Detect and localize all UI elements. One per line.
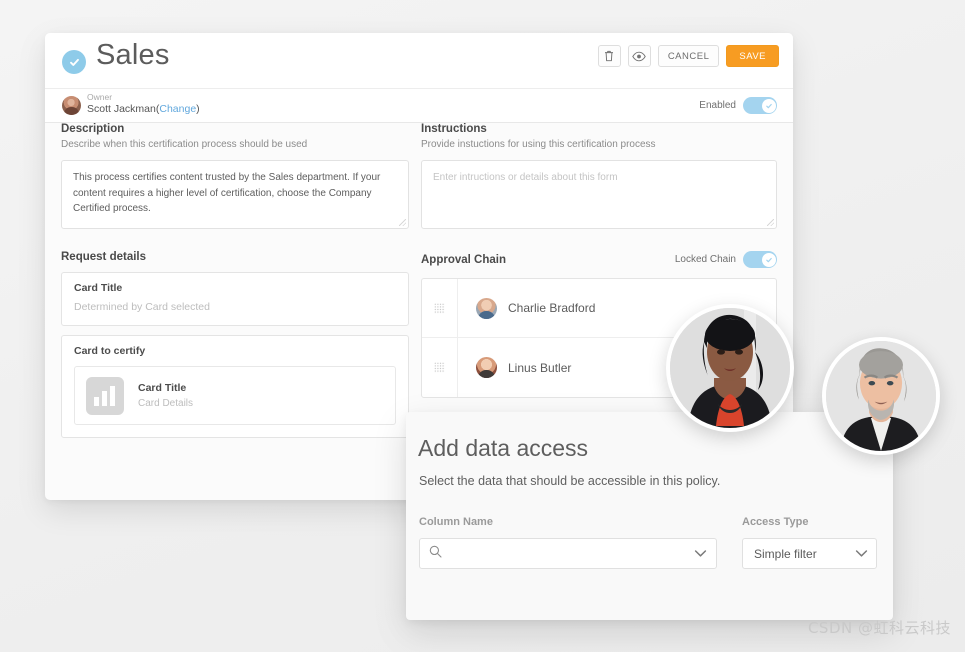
save-button[interactable]: SAVE: [726, 45, 779, 67]
screen: Sales CANCEL SAVE Owner Scott Jackman(Ch…: [0, 0, 965, 652]
change-owner-link[interactable]: Change: [159, 103, 196, 115]
check-circle-icon: [62, 50, 86, 74]
avatar: [476, 297, 497, 319]
left-column: Description Describe when this certifica…: [61, 123, 409, 438]
avatar: [476, 357, 497, 378]
locked-chain-label: Locked Chain: [674, 254, 736, 265]
certify-card-item[interactable]: Card Title Card Details: [74, 366, 396, 425]
column-name-group: Column Name: [419, 516, 717, 569]
locked-chain-toggle[interactable]: [743, 251, 777, 268]
instructions-subtitle: Provide instuctions for using this certi…: [421, 139, 656, 150]
enabled-label: Enabled: [699, 100, 736, 111]
access-type-group: Access Type Simple filter: [742, 516, 877, 569]
owner-row: Owner Scott Jackman(Change) Enabled: [45, 89, 793, 123]
card-title-label: Card Title: [74, 282, 123, 294]
enabled-toggle-group: Enabled: [699, 97, 777, 114]
description-title: Description: [61, 123, 125, 135]
delete-button[interactable]: [597, 45, 621, 67]
chevron-down-icon[interactable]: [694, 545, 707, 563]
owner-name-text: Scott Jackman: [87, 103, 156, 115]
toggle-knob: [761, 98, 776, 113]
approval-chain-title: Approval Chain: [421, 253, 506, 266]
resize-grip-icon[interactable]: [399, 219, 406, 226]
chevron-down-icon[interactable]: [855, 545, 868, 563]
certify-card-details: Card Details: [138, 398, 194, 409]
card-title-value: Determined by Card selected: [74, 301, 210, 313]
card-to-certify-label: Card to certify: [74, 345, 146, 357]
paren-close: ): [196, 103, 200, 115]
approver-name: Linus Butler: [508, 360, 572, 375]
avatar: [62, 96, 81, 115]
resize-grip-icon[interactable]: [767, 219, 774, 226]
modal-subtitle: Select the data that should be accessibl…: [419, 474, 721, 488]
column-name-input[interactable]: [449, 546, 694, 561]
cancel-button[interactable]: CANCEL: [657, 45, 720, 67]
certify-card-title: Card Title: [138, 382, 187, 394]
request-details-title: Request details: [61, 251, 146, 263]
description-text: This process certifies content trusted b…: [73, 172, 381, 214]
portrait-woman: [666, 304, 794, 432]
description-subtitle: Describe when this certification process…: [61, 139, 308, 150]
access-type-value: Simple filter: [754, 546, 817, 561]
add-data-access-modal: Add data access Select the data that sho…: [406, 412, 893, 620]
instructions-textarea[interactable]: Enter intructions or details about this …: [421, 160, 777, 229]
preview-button[interactable]: [627, 45, 651, 67]
access-type-select[interactable]: Simple filter: [742, 538, 877, 569]
access-type-label: Access Type: [742, 516, 809, 528]
column-name-label: Column Name: [419, 516, 493, 528]
portrait-man: [822, 337, 940, 455]
drag-handle-icon[interactable]: [422, 279, 458, 337]
drag-handle-icon[interactable]: [422, 338, 458, 397]
approver-name: Charlie Bradford: [508, 301, 596, 315]
header-actions: CANCEL SAVE: [597, 45, 779, 67]
page-title: Sales: [96, 39, 170, 71]
card-to-certify-panel: Card to certify Card Title Card Details: [61, 335, 409, 438]
description-textarea[interactable]: This process certifies content trusted b…: [61, 160, 409, 229]
approval-chain-header: Approval Chain Locked Chain: [421, 251, 777, 268]
owner-label: Owner: [87, 92, 113, 102]
card-header: Sales CANCEL SAVE: [45, 33, 793, 89]
watermark: CSDN @虹科云科技: [807, 619, 951, 637]
toggle-knob: [761, 252, 776, 267]
owner-name: Scott Jackman(Change): [87, 103, 200, 115]
search-icon: [429, 545, 442, 563]
modal-title: Add data access: [418, 435, 589, 461]
bar-chart-icon: [86, 376, 124, 415]
instructions-placeholder: Enter intructions or details about this …: [433, 172, 618, 183]
enabled-toggle[interactable]: [743, 97, 777, 114]
locked-chain-group: Locked Chain: [675, 251, 777, 268]
column-name-field[interactable]: [419, 538, 717, 569]
card-title-panel: Card Title Determined by Card selected: [61, 272, 409, 326]
instructions-title: Instructions: [421, 123, 487, 135]
